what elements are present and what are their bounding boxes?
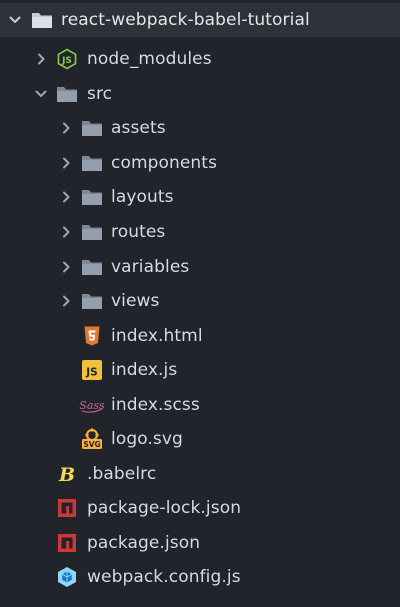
tree-item-label: index.html [111, 326, 203, 346]
nodejs-folder-icon: JS [56, 48, 78, 70]
tree-item-label: components [111, 153, 218, 173]
svg-text:JS: JS [61, 56, 72, 66]
tree-item-layouts[interactable]: layouts [0, 180, 400, 214]
tree-item-assets[interactable]: assets [0, 111, 400, 145]
tree-item-index-html[interactable]: index.html [0, 319, 400, 353]
chevron-right-icon[interactable] [59, 156, 73, 170]
javascript-icon: JS [81, 359, 103, 381]
chevron-right-icon[interactable] [59, 121, 73, 135]
svg-text:Sass: Sass [79, 399, 105, 412]
svg-text:JS: JS [85, 367, 97, 379]
tree-item-views[interactable]: views [0, 284, 400, 318]
folder-icon [81, 290, 103, 312]
tree-item-src[interactable]: src [0, 77, 400, 111]
tree-item-package-json[interactable]: package.json [0, 526, 400, 560]
chevron-down-icon[interactable] [8, 13, 22, 27]
tree-item-label: logo.svg [111, 429, 183, 449]
chevron-right-icon[interactable] [59, 190, 73, 204]
tree-item-babelrc[interactable]: B .babelrc [0, 457, 400, 491]
tree-item-variables[interactable]: variables [0, 250, 400, 284]
tree-item-label: webpack.config.js [87, 567, 241, 587]
tree-item-label: node_modules [87, 49, 212, 69]
tree-item-webpack-config-js[interactable]: webpack.config.js [0, 560, 400, 594]
tree-item-label: index.js [111, 360, 178, 380]
tree-item-root[interactable]: react-webpack-babel-tutorial [0, 3, 400, 37]
npm-icon [56, 497, 78, 519]
file-explorer: react-webpack-babel-tutorial JS node_mod… [0, 0, 400, 607]
tree-item-index-scss[interactable]: Sass index.scss [0, 388, 400, 422]
tree-item-label: .babelrc [87, 464, 157, 484]
tree-item-node-modules[interactable]: JS node_modules [0, 42, 400, 76]
chevron-down-icon[interactable] [34, 87, 48, 101]
tree-item-logo-svg[interactable]: SVG logo.svg [0, 422, 400, 456]
chevron-right-icon[interactable] [59, 225, 73, 239]
tree-item-index-js[interactable]: JS index.js [0, 353, 400, 387]
tree-item-label: assets [111, 118, 166, 138]
html5-icon [81, 325, 103, 347]
tree-item-label: variables [111, 257, 190, 277]
tree-item-label: src [87, 84, 113, 104]
tree-item-components[interactable]: components [0, 146, 400, 180]
tree-item-label: react-webpack-babel-tutorial [61, 10, 310, 30]
tree-item-package-lock-json[interactable]: package-lock.json [0, 491, 400, 525]
tree-item-label: views [111, 291, 160, 311]
chevron-right-icon[interactable] [59, 260, 73, 274]
tree-item-label: index.scss [111, 395, 200, 415]
webpack-icon [56, 566, 78, 588]
tree-item-label: routes [111, 222, 166, 242]
tree-item-label: package.json [87, 533, 201, 553]
tree-item-label: package-lock.json [87, 498, 242, 518]
npm-icon [56, 532, 78, 554]
chevron-right-icon[interactable] [59, 294, 73, 308]
folder-icon [81, 221, 103, 243]
folder-open-icon [56, 83, 78, 105]
svg-icon: SVG [81, 428, 103, 450]
folder-icon [81, 152, 103, 174]
svg-text:B: B [58, 464, 75, 485]
tree-item-label: layouts [111, 187, 174, 207]
babel-icon: B [56, 463, 78, 485]
tree-item-routes[interactable]: routes [0, 215, 400, 249]
chevron-right-icon[interactable] [34, 52, 48, 66]
folder-open-icon [31, 9, 53, 31]
sass-icon: Sass [79, 394, 105, 416]
folder-icon [81, 117, 103, 139]
svg-text:SVG: SVG [83, 440, 100, 449]
folder-icon [81, 256, 103, 278]
folder-icon [81, 186, 103, 208]
